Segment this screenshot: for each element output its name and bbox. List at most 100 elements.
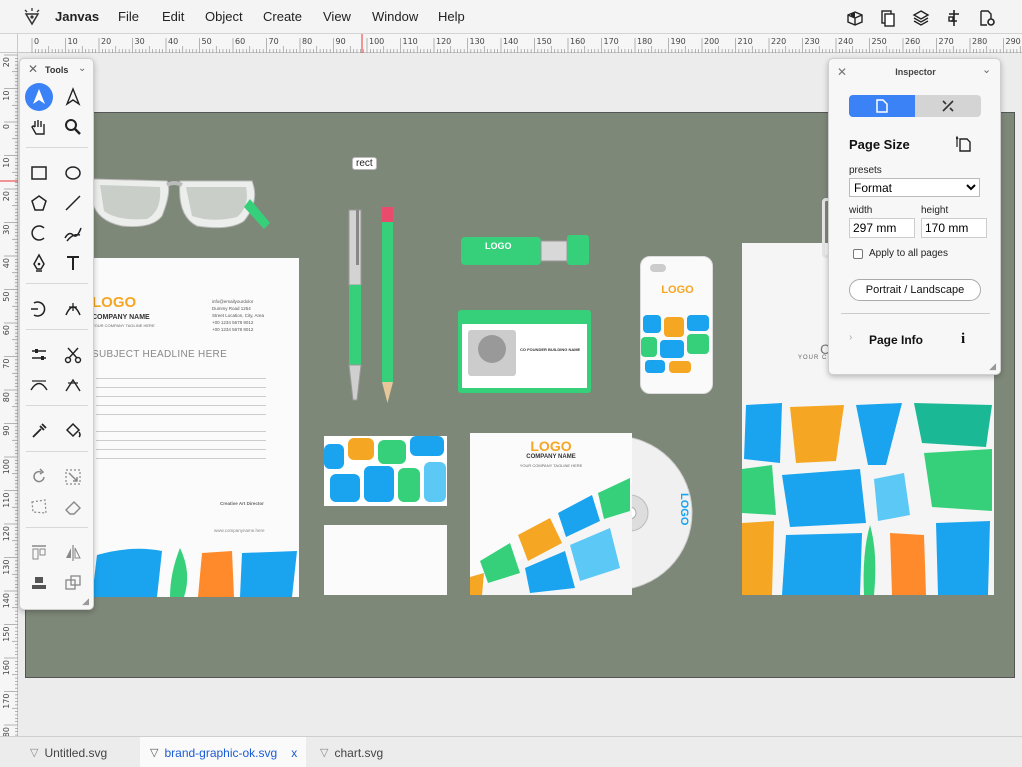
ruler-label: 150 bbox=[537, 37, 552, 46]
menu-view[interactable]: View bbox=[323, 9, 351, 24]
hand-tool-icon[interactable] bbox=[25, 113, 53, 141]
ruler-label: 250 bbox=[872, 37, 887, 46]
align-top-icon[interactable] bbox=[25, 539, 53, 567]
zoom-tool-icon[interactable] bbox=[59, 113, 87, 141]
text-tool-icon[interactable] bbox=[59, 249, 87, 277]
ruler-label: 30 bbox=[135, 37, 145, 46]
resize-grip-icon[interactable]: ◢ bbox=[82, 596, 89, 607]
info-icon[interactable]: i bbox=[961, 331, 965, 348]
resize-grip-icon[interactable]: ◢ bbox=[989, 361, 996, 372]
scissors-icon[interactable] bbox=[59, 341, 87, 369]
line-tool-icon[interactable] bbox=[59, 189, 87, 217]
orientation-button[interactable]: Portrait / Landscape bbox=[849, 279, 981, 301]
ruler-label: 130 bbox=[470, 37, 485, 46]
tab-brand-graphic[interactable]: ▽ brand-graphic-ok.svg x bbox=[140, 737, 306, 767]
adjust-sliders-icon[interactable] bbox=[25, 341, 53, 369]
eyedropper-icon[interactable] bbox=[25, 417, 53, 445]
pen-tool-icon[interactable] bbox=[25, 249, 53, 277]
letterhead-email: info@emailyourdolor bbox=[212, 299, 254, 304]
letterhead-mockup[interactable]: LOGO COMPANY NAME YOUR COMPANY TAGLINE H… bbox=[92, 258, 299, 597]
menu-help[interactable]: Help bbox=[438, 9, 465, 24]
tab-tools[interactable] bbox=[915, 95, 981, 117]
menu-bar: Janvas File Edit Object Create View Wind… bbox=[0, 0, 1022, 34]
ruler-label: 140 bbox=[2, 593, 11, 608]
tab-document[interactable] bbox=[849, 95, 915, 117]
shape-builder-icon[interactable] bbox=[25, 295, 53, 323]
presets-select[interactable]: Format bbox=[849, 178, 980, 197]
letterhead-role: Creative Art Director bbox=[220, 501, 264, 506]
document-tabs: ▽ Untitled.svg ▽ brand-graphic-ok.svg x … bbox=[0, 736, 1022, 767]
horizontal-ruler[interactable]: 0 10 20 30 40 50 60 70 80 90 100 110 120 130 140 150 160… bbox=[18, 34, 1022, 53]
ruler-label: 20 bbox=[2, 57, 11, 67]
ruler-label: 80 bbox=[2, 392, 11, 402]
glasses-illustration[interactable] bbox=[92, 171, 272, 241]
ellipse-tool-icon[interactable] bbox=[59, 159, 87, 187]
height-field[interactable] bbox=[921, 218, 987, 238]
align-icon[interactable] bbox=[945, 9, 963, 27]
letterhead-address2: Street Location, City, Area bbox=[212, 313, 264, 318]
business-card-front[interactable] bbox=[324, 436, 447, 506]
ruler-label: 30 bbox=[2, 225, 11, 235]
id-badge-mockup[interactable]: CO FOUNDER BUILDING NAME bbox=[458, 310, 591, 393]
chevron-right-icon[interactable]: › bbox=[849, 332, 852, 343]
business-card-back[interactable] bbox=[324, 525, 447, 595]
ruler-label: 20 bbox=[101, 37, 111, 46]
ruler-label: 170 bbox=[604, 37, 619, 46]
align-bottom-icon[interactable] bbox=[25, 569, 53, 597]
freehand-tool-icon[interactable] bbox=[59, 219, 87, 247]
close-icon[interactable]: ✕ bbox=[28, 62, 38, 76]
direct-select-tool-icon[interactable] bbox=[59, 83, 87, 111]
menu-window[interactable]: Window bbox=[372, 9, 418, 24]
bag-company: YOUR C bbox=[798, 355, 828, 361]
page-info-label[interactable]: Page Info bbox=[869, 333, 923, 347]
vertical-ruler[interactable]: 20 10 0 10 20 30 40 50 60 70 80 90 100 110 120 130 140 15… bbox=[0, 53, 18, 736]
letterhead-address1: Dummy Road 1254 bbox=[212, 306, 251, 311]
polygon-tool-icon[interactable] bbox=[25, 189, 53, 217]
layers-icon[interactable] bbox=[912, 9, 930, 27]
ruler-label: 100 bbox=[2, 459, 11, 474]
apply-all-checkbox[interactable] bbox=[853, 249, 863, 259]
ruler-label: 90 bbox=[336, 37, 346, 46]
phone-case-mockup[interactable]: LOGO bbox=[640, 256, 713, 394]
tab-untitled[interactable]: ▽ Untitled.svg bbox=[30, 737, 140, 767]
width-field[interactable] bbox=[849, 218, 915, 238]
wrench-icon bbox=[942, 100, 954, 112]
flip-horizontal-icon[interactable] bbox=[59, 539, 87, 567]
inspector-title: Inspector bbox=[895, 67, 936, 77]
ruler-label: 210 bbox=[738, 37, 753, 46]
node-smooth-icon[interactable] bbox=[25, 371, 53, 399]
letterhead-tagline: YOUR COMPANY TAGLINE HERE bbox=[92, 323, 155, 328]
usb-drive-illustration[interactable] bbox=[461, 235, 589, 269]
add-anchor-icon[interactable] bbox=[59, 295, 87, 323]
duplicate-icon[interactable] bbox=[59, 569, 87, 597]
ruler-label: 80 bbox=[302, 37, 312, 46]
tab-chart[interactable]: ▽ chart.svg bbox=[320, 737, 420, 767]
page-swap-icon[interactable] bbox=[956, 135, 972, 153]
document-settings-icon[interactable] bbox=[978, 9, 996, 27]
ruler-label: 70 bbox=[2, 359, 11, 369]
copy-pages-icon[interactable] bbox=[879, 9, 897, 27]
sleeve-tagline: YOUR COMPANY TAGLINE HERE bbox=[519, 463, 583, 468]
eraser-icon[interactable] bbox=[59, 493, 87, 521]
node-corner-icon[interactable] bbox=[59, 371, 87, 399]
select-tool-icon[interactable] bbox=[25, 83, 53, 111]
ruler-label: 90 bbox=[2, 426, 11, 436]
arc-tool-icon[interactable] bbox=[25, 219, 53, 247]
paint-bucket-icon[interactable] bbox=[59, 417, 87, 445]
rectangle-tool-icon[interactable] bbox=[25, 159, 53, 187]
menu-file[interactable]: File bbox=[118, 9, 139, 24]
pen-and-pencil-illustration[interactable] bbox=[344, 205, 394, 410]
boxes-icon[interactable] bbox=[846, 9, 864, 27]
rotate-icon[interactable] bbox=[25, 463, 53, 491]
distort-icon[interactable] bbox=[25, 493, 53, 521]
cd-sleeve-mockup[interactable]: LOGO COMPANY NAME YOUR COMPANY TAGLINE H… bbox=[470, 433, 632, 595]
menu-object[interactable]: Object bbox=[205, 9, 243, 24]
scale-icon[interactable] bbox=[59, 463, 87, 491]
menu-create[interactable]: Create bbox=[263, 9, 302, 24]
chevron-down-icon[interactable]: ⌄ bbox=[982, 63, 991, 76]
menu-edit[interactable]: Edit bbox=[162, 9, 184, 24]
tab-close-icon[interactable]: x bbox=[291, 746, 297, 760]
ruler-label: 50 bbox=[2, 292, 11, 302]
chevron-down-icon[interactable]: ⌄ bbox=[78, 63, 86, 74]
ruler-label: 240 bbox=[838, 37, 853, 46]
